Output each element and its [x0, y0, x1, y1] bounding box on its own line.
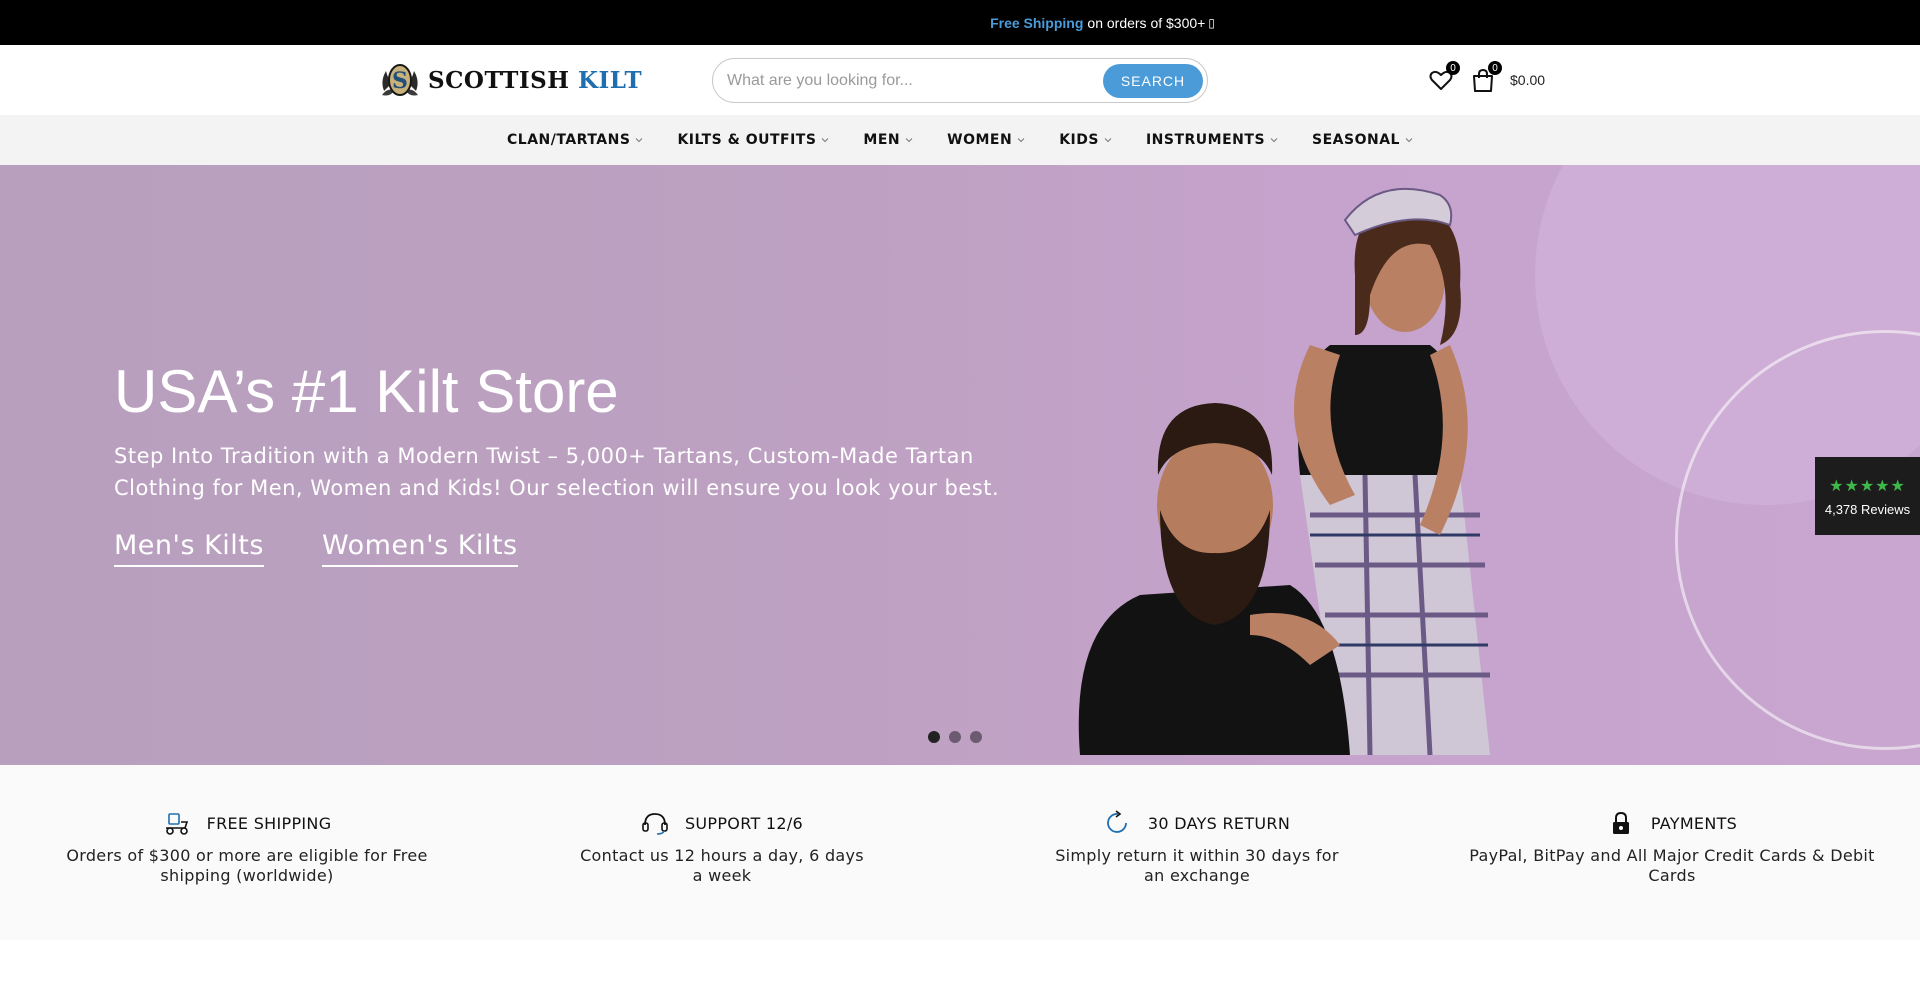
feature-title: 30 DAYS RETURN — [1147, 813, 1291, 833]
slider-dot-1[interactable] — [928, 731, 940, 743]
womens-kilts-link[interactable]: Women's Kilts — [322, 530, 518, 567]
site-logo[interactable]: S SCOTTISH KILT — [378, 60, 642, 100]
delivery-scooter-icon — [165, 813, 188, 835]
wishlist-count-badge: 0 — [1446, 61, 1460, 75]
logo-word-kilt: KILT — [577, 66, 643, 94]
nav-item-instruments[interactable]: INSTRUMENTS — [1146, 132, 1278, 148]
site-header: S SCOTTISH KILT SEARCH 0 0 $0.00 — [0, 45, 1920, 115]
nav-item-label: SEASONAL — [1312, 132, 1400, 148]
chevron-down-icon — [905, 138, 913, 143]
feature-support: SUPPORT 12/6 Contact us 12 hours a day, … — [575, 810, 869, 886]
feature-desc: Simply return it within 30 days for an e… — [1055, 846, 1339, 885]
wishlist-button[interactable]: 0 — [1428, 61, 1460, 93]
padlock-icon — [1612, 811, 1629, 834]
chevron-down-icon — [1104, 138, 1112, 143]
hero-models-image — [1078, 187, 1490, 756]
nav-item-label: MEN — [863, 132, 901, 148]
mens-kilts-link[interactable]: Men's Kilts — [114, 530, 264, 567]
announcement-highlight[interactable]: Free Shipping — [990, 15, 1083, 31]
cart-count-badge: 0 — [1488, 61, 1502, 75]
feature-30-days-return: 30 DAYS RETURN Simply return it within 3… — [1053, 810, 1341, 886]
headset-icon — [642, 813, 668, 835]
feature-title: SUPPORT 12/6 — [684, 813, 804, 833]
announcement-glyph: ▯ — [1208, 15, 1215, 30]
search-bar: SEARCH — [712, 58, 1208, 103]
chevron-down-icon — [636, 138, 643, 143]
feature-desc: Contact us 12 hours a day, 6 days a week — [580, 846, 864, 885]
feature-title: PAYMENTS — [1650, 813, 1738, 833]
slider-dot-2[interactable] — [949, 731, 961, 743]
nav-item-label: CLAN/TARTANS — [507, 132, 631, 148]
hero-slider[interactable]: USA’s #1 Kilt Store Step Into Tradition … — [0, 165, 1920, 765]
thistle-s-emblem-icon: S — [378, 61, 422, 99]
nav-item-clan-tartans[interactable]: CLAN/TARTANS — [507, 132, 643, 148]
feature-free-shipping: FREE SHIPPING Orders of $300 or more are… — [30, 810, 464, 886]
chevron-down-icon — [1270, 138, 1278, 143]
announcement-bar: Free Shipping on orders of $300+ ▯ — [0, 0, 1920, 45]
feature-desc: PayPal, BitPay and All Major Credit Card… — [1469, 846, 1875, 885]
nav-item-label: KIDS — [1059, 132, 1099, 148]
reviews-count: 4,378 Reviews — [1824, 501, 1911, 517]
nav-item-label: WOMEN — [947, 132, 1013, 148]
logo-word-scottish: SCOTTISH — [428, 66, 570, 94]
nav-item-women[interactable]: WOMEN — [947, 132, 1025, 148]
slider-dots — [928, 731, 991, 743]
hero-title: USA’s #1 Kilt Store — [114, 358, 619, 425]
features-strip: FREE SHIPPING Orders of $300 or more are… — [0, 765, 1920, 940]
chevron-down-icon — [1405, 138, 1413, 143]
svg-text:S: S — [392, 68, 408, 94]
feature-desc: Orders of $300 or more are eligible for … — [66, 846, 428, 885]
chevron-down-icon — [822, 138, 829, 143]
hero-subtitle: Step Into Tradition with a Modern Twist … — [114, 444, 1000, 500]
main-nav: CLAN/TARTANS KILTS & OUTFITS MEN WOMEN K… — [0, 115, 1920, 165]
search-input[interactable] — [727, 67, 1087, 95]
cart-button[interactable]: 0 — [1470, 61, 1502, 93]
nav-item-kilts-outfits[interactable]: KILTS & OUTFITS — [677, 132, 829, 148]
logo-wordmark: SCOTTISH KILT — [428, 67, 642, 94]
return-arrow-icon — [1107, 810, 1127, 833]
announcement-text: on orders of $300+ — [1087, 14, 1206, 31]
nav-item-label: INSTRUMENTS — [1145, 132, 1266, 148]
cart-total[interactable]: $0.00 — [1510, 72, 1545, 88]
nav-item-seasonal[interactable]: SEASONAL — [1312, 132, 1413, 148]
nav-item-label: KILTS & OUTFITS — [677, 132, 817, 148]
review-stars-icon: ★★★★★ — [1829, 477, 1906, 495]
slider-dot-3[interactable] — [970, 731, 982, 743]
feature-payments: PAYMENTS PayPal, BitPay and All Major Cr… — [1460, 810, 1884, 886]
search-button[interactable]: SEARCH — [1103, 64, 1203, 98]
feature-title: FREE SHIPPING — [206, 813, 332, 833]
nav-item-men[interactable]: MEN — [863, 132, 913, 148]
reviews-widget[interactable]: ★★★★★ 4,378 Reviews — [1815, 457, 1920, 535]
nav-item-kids[interactable]: KIDS — [1059, 132, 1112, 148]
chevron-down-icon — [1017, 138, 1025, 143]
